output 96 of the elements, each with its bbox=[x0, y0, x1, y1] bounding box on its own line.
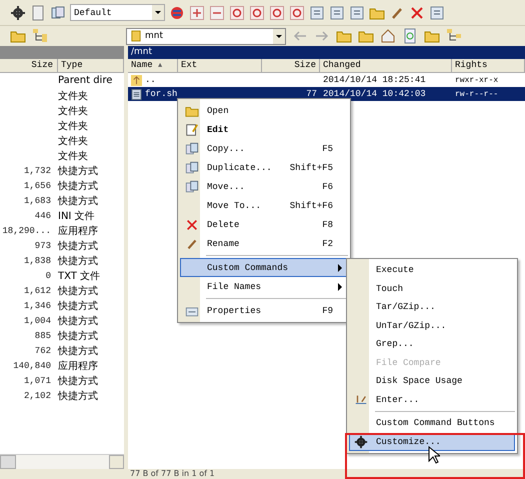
minus-icon[interactable] bbox=[209, 4, 225, 20]
menu-item[interactable]: Properties F9 bbox=[180, 301, 348, 320]
submenu-arrow-icon bbox=[338, 283, 342, 291]
column-header[interactable]: Type bbox=[58, 59, 124, 72]
file-type: 文件夹 bbox=[57, 120, 89, 132]
file-date: 2014/10/14 10:42:03 bbox=[323, 89, 426, 99]
parent-folder-icon bbox=[131, 74, 142, 86]
file-type: INI 文件 bbox=[57, 210, 96, 222]
prompt-icon bbox=[354, 392, 368, 407]
file-type: 快捷方式 bbox=[56, 240, 99, 252]
menu-item[interactable]: Delete F8 bbox=[180, 215, 348, 234]
menu-item[interactable]: Grep... bbox=[349, 335, 515, 354]
copies-icon[interactable] bbox=[50, 4, 66, 20]
file-size: 2,102 bbox=[22, 390, 52, 400]
file-type: 快捷方式 bbox=[56, 390, 99, 402]
file-rights: rwxr-xr-x bbox=[455, 76, 498, 84]
tree-icon[interactable] bbox=[32, 28, 48, 44]
file-type: 快捷方式 bbox=[56, 254, 99, 268]
menu-item[interactable]: Disk Space Usage bbox=[349, 372, 515, 390]
file-type: 快捷方式 bbox=[56, 284, 99, 298]
file-type: 快捷方式 bbox=[56, 180, 99, 192]
horizontal-scrollbar[interactable] bbox=[0, 454, 124, 469]
file-name: for.sh bbox=[145, 89, 178, 99]
submenu-arrow-icon bbox=[338, 264, 342, 272]
file-size: 1,346 bbox=[22, 300, 52, 310]
file-type: Parent dire bbox=[57, 75, 114, 86]
gear-icon bbox=[354, 434, 368, 449]
menu-item[interactable]: Touch bbox=[349, 280, 515, 298]
profile-dropdown[interactable]: Default bbox=[70, 4, 165, 21]
file-type: 快捷方式 bbox=[56, 300, 99, 312]
file-type: 应用程序 bbox=[57, 360, 99, 372]
column-header[interactable]: Size bbox=[262, 59, 320, 72]
folder-icon bbox=[131, 30, 141, 42]
column-header[interactable]: Size bbox=[0, 59, 58, 72]
plus-icon[interactable] bbox=[189, 4, 205, 20]
file-type: 快捷方式 bbox=[56, 194, 99, 208]
file-type: 快捷方式 bbox=[56, 374, 99, 388]
file-row[interactable]: for.sh 77 2014/10/14 10:42:03 rw-r--r-- bbox=[128, 87, 525, 101]
file-size: 973 bbox=[34, 240, 52, 250]
menu-item[interactable]: Move... F6 bbox=[180, 177, 348, 196]
file-size: 0 bbox=[44, 270, 52, 280]
file-size: 1,004 bbox=[22, 316, 52, 326]
file-type: 快捷方式 bbox=[56, 330, 99, 342]
gear-icon[interactable] bbox=[10, 4, 26, 20]
file-size: 140,840 bbox=[12, 360, 52, 370]
file-size: 1,732 bbox=[22, 166, 52, 176]
file-size: 446 bbox=[34, 210, 52, 220]
menu-item[interactable]: Tar/GZip... bbox=[349, 298, 515, 316]
column-header[interactable]: Rights bbox=[452, 59, 525, 72]
file-size: 1,656 bbox=[22, 180, 52, 190]
menu-item[interactable]: Duplicate... Shift+F5 bbox=[180, 158, 348, 177]
copy-icon bbox=[185, 142, 199, 156]
copy-icon bbox=[185, 160, 199, 174]
column-header[interactable]: Ext bbox=[178, 59, 262, 72]
menu-item[interactable]: Copy... F5 bbox=[180, 139, 348, 158]
menu-item[interactable]: Custom Commands bbox=[180, 258, 348, 277]
copy-icon bbox=[185, 180, 199, 194]
file-size: 18,290... bbox=[1, 226, 52, 236]
file-type: 快捷方式 bbox=[56, 164, 99, 178]
file-type: 快捷方式 bbox=[56, 314, 99, 328]
column-header[interactable]: Changed bbox=[320, 59, 452, 72]
file-type: 应用程序 bbox=[57, 224, 99, 238]
file-type: 文件夹 bbox=[57, 150, 89, 162]
menu-item[interactable]: Execute bbox=[349, 261, 515, 280]
home-icon[interactable] bbox=[380, 28, 396, 44]
refresh-icon[interactable] bbox=[402, 28, 418, 44]
file-size: 1,071 bbox=[22, 376, 52, 386]
file-rights: rw-r--r-- bbox=[455, 90, 498, 98]
menu-item[interactable]: Rename F2 bbox=[180, 234, 348, 253]
file-size: 77 bbox=[306, 89, 317, 99]
menu-item[interactable]: Open bbox=[180, 101, 348, 120]
file-icon bbox=[131, 88, 142, 100]
file-row[interactable]: .. 2014/10/14 18:25:41 rwxr-xr-x bbox=[128, 73, 525, 87]
menu-item[interactable]: Edit bbox=[180, 120, 348, 139]
location-dropdown[interactable]: mnt bbox=[126, 28, 286, 44]
path-bar: /mnt bbox=[128, 46, 525, 59]
file-size: 885 bbox=[34, 330, 52, 340]
file-type: 文件夹 bbox=[57, 104, 89, 118]
file-size: 1,612 bbox=[22, 286, 52, 296]
file-type: 文件夹 bbox=[57, 90, 89, 102]
file-name: .. bbox=[145, 75, 156, 85]
delete-icon[interactable] bbox=[409, 4, 425, 20]
file-type: 文件夹 bbox=[57, 134, 89, 148]
file-date: 2014/10/14 18:25:41 bbox=[323, 75, 426, 85]
menu-item[interactable]: File Names bbox=[180, 277, 348, 296]
file-size: 1,683 bbox=[22, 196, 52, 206]
file-type: 快捷方式 bbox=[56, 344, 99, 358]
delete-icon bbox=[185, 218, 199, 232]
status-text: 77 B of 77 B in 1 of 1 bbox=[130, 469, 215, 478]
menu-item[interactable]: Move To... Shift+F6 bbox=[180, 196, 348, 215]
menu-item[interactable]: Custom Command Buttons bbox=[349, 414, 515, 432]
file-size: 762 bbox=[34, 346, 52, 356]
menu-item[interactable]: Enter... bbox=[349, 390, 515, 409]
file-size: 1,838 bbox=[22, 256, 52, 266]
menu-item[interactable]: UnTar/GZip... bbox=[349, 316, 515, 335]
file-type: TXT 文件 bbox=[57, 270, 102, 282]
